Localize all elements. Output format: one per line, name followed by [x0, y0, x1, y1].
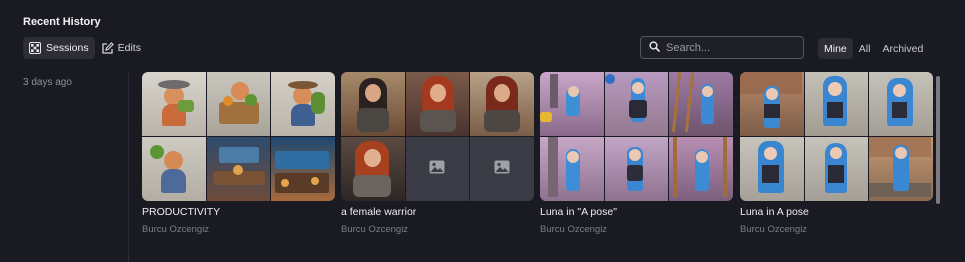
thumbnail-image[interactable]	[740, 137, 804, 201]
image-placeholder-icon	[494, 160, 510, 179]
thumbnail-image[interactable]	[341, 72, 405, 136]
thumbnail-image[interactable]	[804, 72, 869, 136]
edit-icon	[101, 42, 114, 54]
session-card[interactable]: Luna in A pose Burcu Ozcengiz	[740, 72, 933, 235]
session-card[interactable]: Luna in "A pose" Burcu Ozcengiz	[540, 72, 733, 235]
thumbnail-image[interactable]	[341, 137, 405, 201]
thumbnail-image[interactable]	[470, 72, 534, 136]
image-placeholder-icon	[429, 160, 445, 179]
timeline-divider	[128, 72, 129, 262]
ownership-filter: Mine All Archived	[818, 38, 929, 59]
mode-tabs: Sessions Edits	[23, 37, 147, 59]
thumbnail-image[interactable]	[604, 72, 669, 136]
search-icon	[649, 39, 660, 57]
session-author: Burcu Ozcengiz	[341, 224, 409, 235]
thumbnail-image[interactable]	[869, 137, 933, 201]
thumbnail-placeholder	[470, 137, 534, 201]
tab-edits-label: Edits	[117, 42, 141, 54]
session-card[interactable]: a female warrior Burcu Ozcengiz	[341, 72, 534, 235]
tab-sessions[interactable]: Sessions	[23, 37, 95, 59]
filter-all[interactable]: All	[853, 38, 877, 59]
session-title: PRODUCTIVITY	[142, 206, 221, 218]
session-author: Burcu Ozcengiz	[540, 224, 608, 235]
thumbnail-image[interactable]	[142, 137, 206, 201]
filter-archived[interactable]: Archived	[876, 38, 929, 59]
thumbnail-image[interactable]	[142, 72, 206, 136]
thumbnail-image[interactable]	[869, 72, 933, 136]
session-title: Luna in "A pose"	[540, 206, 617, 218]
thumbnail-image[interactable]	[604, 137, 669, 201]
thumbnail-image[interactable]	[405, 72, 470, 136]
session-author: Burcu Ozcengiz	[142, 224, 210, 235]
tab-edits[interactable]: Edits	[95, 37, 147, 59]
thumbnail-image[interactable]	[271, 137, 335, 201]
session-title: Luna in A pose	[740, 206, 809, 218]
thumbnail-placeholder	[405, 137, 470, 201]
thumbnail-image[interactable]	[804, 137, 869, 201]
session-author: Burcu Ozcengiz	[740, 224, 808, 235]
session-card[interactable]: PRODUCTIVITY Burcu Ozcengiz	[142, 72, 335, 235]
session-thumbnail-grid[interactable]	[740, 72, 933, 201]
filter-mine[interactable]: Mine	[818, 38, 853, 59]
session-thumbnail-grid[interactable]	[142, 72, 335, 201]
thumbnail-image[interactable]	[540, 137, 604, 201]
thumbnail-image[interactable]	[206, 137, 271, 201]
search-input[interactable]	[666, 41, 796, 54]
date-group-label: 3 days ago	[23, 77, 72, 88]
tab-sessions-label: Sessions	[46, 42, 89, 54]
thumbnail-image[interactable]	[669, 137, 733, 201]
thumbnail-image[interactable]	[206, 72, 271, 136]
session-thumbnail-grid[interactable]	[540, 72, 733, 201]
scrollbar-thumb[interactable]	[936, 76, 940, 204]
search-box[interactable]	[640, 36, 804, 59]
thumbnail-image[interactable]	[540, 72, 604, 136]
thumbnail-image[interactable]	[669, 72, 733, 136]
thumbnail-image[interactable]	[271, 72, 335, 136]
session-title: a female warrior	[341, 206, 417, 218]
page-title: Recent History	[23, 16, 101, 28]
session-thumbnail-grid[interactable]	[341, 72, 534, 201]
grid-icon	[29, 42, 41, 54]
thumbnail-image[interactable]	[740, 72, 804, 136]
